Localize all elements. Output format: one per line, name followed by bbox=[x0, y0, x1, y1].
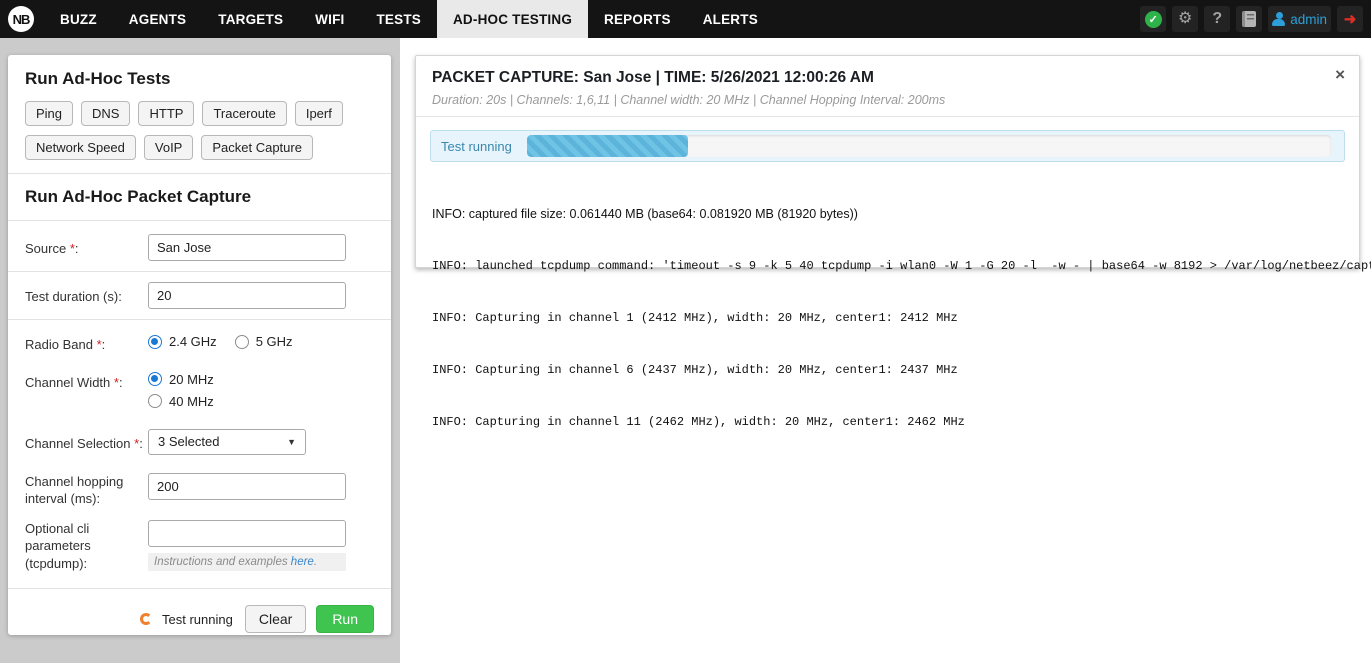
radio-unselected-icon bbox=[148, 394, 162, 408]
channel-selection-label: Channel Selection *: bbox=[25, 429, 148, 453]
duration-input[interactable] bbox=[148, 282, 346, 309]
check-circle-icon: ✓ bbox=[1145, 11, 1162, 28]
nav-item-agents[interactable]: AGENTS bbox=[113, 0, 202, 38]
log-line: INFO: launched tcpdump command: 'timeout… bbox=[432, 258, 1359, 274]
netbeez-logo[interactable]: NB bbox=[0, 0, 44, 38]
nav-item-alerts[interactable]: ALERTS bbox=[687, 0, 774, 38]
settings-button[interactable]: ⚙ bbox=[1172, 6, 1198, 32]
cli-params-field-group: Instructions and examples here. bbox=[148, 520, 346, 571]
gear-icon: ⚙ bbox=[1178, 11, 1192, 27]
packet-capture-result-panel: PACKET CAPTURE: San Jose | TIME: 5/26/20… bbox=[415, 55, 1360, 268]
log-line: INFO: captured file size: 0.061440 MB (b… bbox=[432, 206, 1359, 222]
cli-params-input[interactable] bbox=[148, 520, 346, 547]
log-line: INFO: Capturing in channel 11 (2462 MHz)… bbox=[432, 414, 1359, 430]
nav-right-icons: ✓ ⚙ ? admin ➜ bbox=[1134, 0, 1371, 38]
divider bbox=[416, 116, 1359, 117]
divider bbox=[8, 319, 391, 320]
radio-band-row: Radio Band *: 2.4 GHz 5 GHz bbox=[25, 330, 374, 354]
radio-selected-icon bbox=[148, 372, 162, 386]
radio-band-option-24ghz[interactable]: 2.4 GHz bbox=[148, 334, 217, 349]
top-navbar: NB BUZZ AGENTS TARGETS WIFI TESTS AD-HOC… bbox=[0, 0, 1371, 38]
channel-selection-dropdown[interactable]: 3 Selected ▼ bbox=[148, 429, 306, 455]
username-label: admin bbox=[1290, 12, 1327, 27]
dropdown-value: 3 Selected bbox=[158, 434, 219, 449]
test-button-voip[interactable]: VoIP bbox=[144, 135, 193, 160]
test-button-iperf[interactable]: Iperf bbox=[295, 101, 343, 126]
hop-interval-input[interactable] bbox=[148, 473, 346, 500]
question-icon: ? bbox=[1212, 10, 1222, 28]
nav-item-reports[interactable]: REPORTS bbox=[588, 0, 687, 38]
cli-params-help: Instructions and examples here. bbox=[148, 553, 346, 571]
radio-selected-icon bbox=[148, 335, 162, 349]
source-label: Source *: bbox=[25, 234, 148, 258]
capture-log-output: INFO: captured file size: 0.061440 MB (b… bbox=[416, 162, 1359, 466]
source-row: Source *: bbox=[25, 234, 374, 261]
divider bbox=[8, 588, 391, 589]
progress-strip: Test running bbox=[430, 130, 1345, 162]
form-title: Run Ad-Hoc Packet Capture bbox=[25, 187, 374, 207]
panel-title: Run Ad-Hoc Tests bbox=[25, 69, 374, 89]
logs-button[interactable] bbox=[1236, 6, 1262, 32]
book-icon bbox=[1242, 11, 1256, 27]
duration-row: Test duration (s): bbox=[25, 282, 374, 309]
logout-button[interactable]: ➜ bbox=[1337, 6, 1363, 32]
radio-band-options: 2.4 GHz 5 GHz bbox=[148, 330, 293, 349]
result-header: PACKET CAPTURE: San Jose | TIME: 5/26/20… bbox=[416, 56, 1359, 107]
test-button-network-speed[interactable]: Network Speed bbox=[25, 135, 136, 160]
channel-width-option-40mhz[interactable]: 40 MHz bbox=[148, 394, 214, 409]
radio-band-option-5ghz[interactable]: 5 GHz bbox=[235, 334, 293, 349]
channel-width-row: Channel Width *: 20 MHz 40 MHz bbox=[25, 368, 374, 409]
test-type-buttons: Ping DNS HTTP Traceroute Iperf Network S… bbox=[25, 101, 374, 160]
divider bbox=[8, 220, 391, 221]
test-button-packet-capture[interactable]: Packet Capture bbox=[201, 135, 313, 160]
nav-item-adhoc-testing[interactable]: AD-HOC TESTING bbox=[437, 0, 588, 38]
help-link[interactable]: here bbox=[291, 556, 314, 568]
radio-band-label: Radio Band *: bbox=[25, 330, 148, 354]
progress-fill bbox=[527, 135, 688, 157]
nav-item-buzz[interactable]: BUZZ bbox=[44, 0, 113, 38]
test-button-http[interactable]: HTTP bbox=[138, 101, 194, 126]
divider bbox=[8, 173, 391, 174]
log-line: INFO: Capturing in channel 1 (2412 MHz),… bbox=[432, 310, 1359, 326]
run-button[interactable]: Run bbox=[316, 605, 374, 633]
logout-icon: ➜ bbox=[1344, 12, 1357, 27]
nav-item-tests[interactable]: TESTS bbox=[360, 0, 437, 38]
hop-interval-row: Channel hopping interval (ms): bbox=[25, 473, 374, 508]
test-running-status: Test running bbox=[162, 612, 233, 627]
progress-label: Test running bbox=[441, 139, 512, 154]
test-button-traceroute[interactable]: Traceroute bbox=[202, 101, 286, 126]
channel-width-option-20mhz[interactable]: 20 MHz bbox=[148, 372, 214, 387]
person-icon bbox=[1272, 12, 1285, 26]
nav-item-targets[interactable]: TARGETS bbox=[202, 0, 299, 38]
channel-width-options: 20 MHz 40 MHz bbox=[148, 368, 214, 409]
spinner-icon bbox=[140, 613, 152, 625]
test-button-ping[interactable]: Ping bbox=[25, 101, 73, 126]
form-footer: Test running Clear Run bbox=[25, 599, 374, 633]
duration-label: Test duration (s): bbox=[25, 282, 148, 306]
nav-item-wifi[interactable]: WIFI bbox=[299, 0, 360, 38]
netbeez-logo-icon: NB bbox=[8, 6, 34, 32]
cli-params-label: Optional cli parameters (tcpdump): bbox=[25, 520, 148, 573]
log-line: INFO: Capturing in channel 6 (2437 MHz),… bbox=[432, 362, 1359, 378]
help-button[interactable]: ? bbox=[1204, 6, 1230, 32]
status-ok-button[interactable]: ✓ bbox=[1140, 6, 1166, 32]
adhoc-tests-panel: Run Ad-Hoc Tests Ping DNS HTTP Tracerout… bbox=[8, 55, 391, 635]
chevron-down-icon: ▼ bbox=[287, 437, 296, 447]
result-subtitle: Duration: 20s | Channels: 1,6,11 | Chann… bbox=[432, 93, 1343, 107]
user-menu[interactable]: admin bbox=[1268, 6, 1331, 32]
radio-unselected-icon bbox=[235, 335, 249, 349]
result-title: PACKET CAPTURE: San Jose | TIME: 5/26/20… bbox=[432, 69, 1343, 87]
cli-params-row: Optional cli parameters (tcpdump): Instr… bbox=[25, 520, 374, 573]
divider bbox=[8, 271, 391, 272]
clear-button[interactable]: Clear bbox=[245, 605, 306, 633]
channel-selection-row: Channel Selection *: 3 Selected ▼ bbox=[25, 429, 374, 455]
close-icon[interactable]: × bbox=[1335, 66, 1345, 83]
channel-width-label: Channel Width *: bbox=[25, 368, 148, 392]
sidebar-background: Run Ad-Hoc Tests Ping DNS HTTP Tracerout… bbox=[0, 38, 400, 663]
test-button-dns[interactable]: DNS bbox=[81, 101, 130, 126]
source-input[interactable] bbox=[148, 234, 346, 261]
hop-interval-label: Channel hopping interval (ms): bbox=[25, 473, 148, 508]
progress-bar bbox=[527, 135, 1331, 157]
